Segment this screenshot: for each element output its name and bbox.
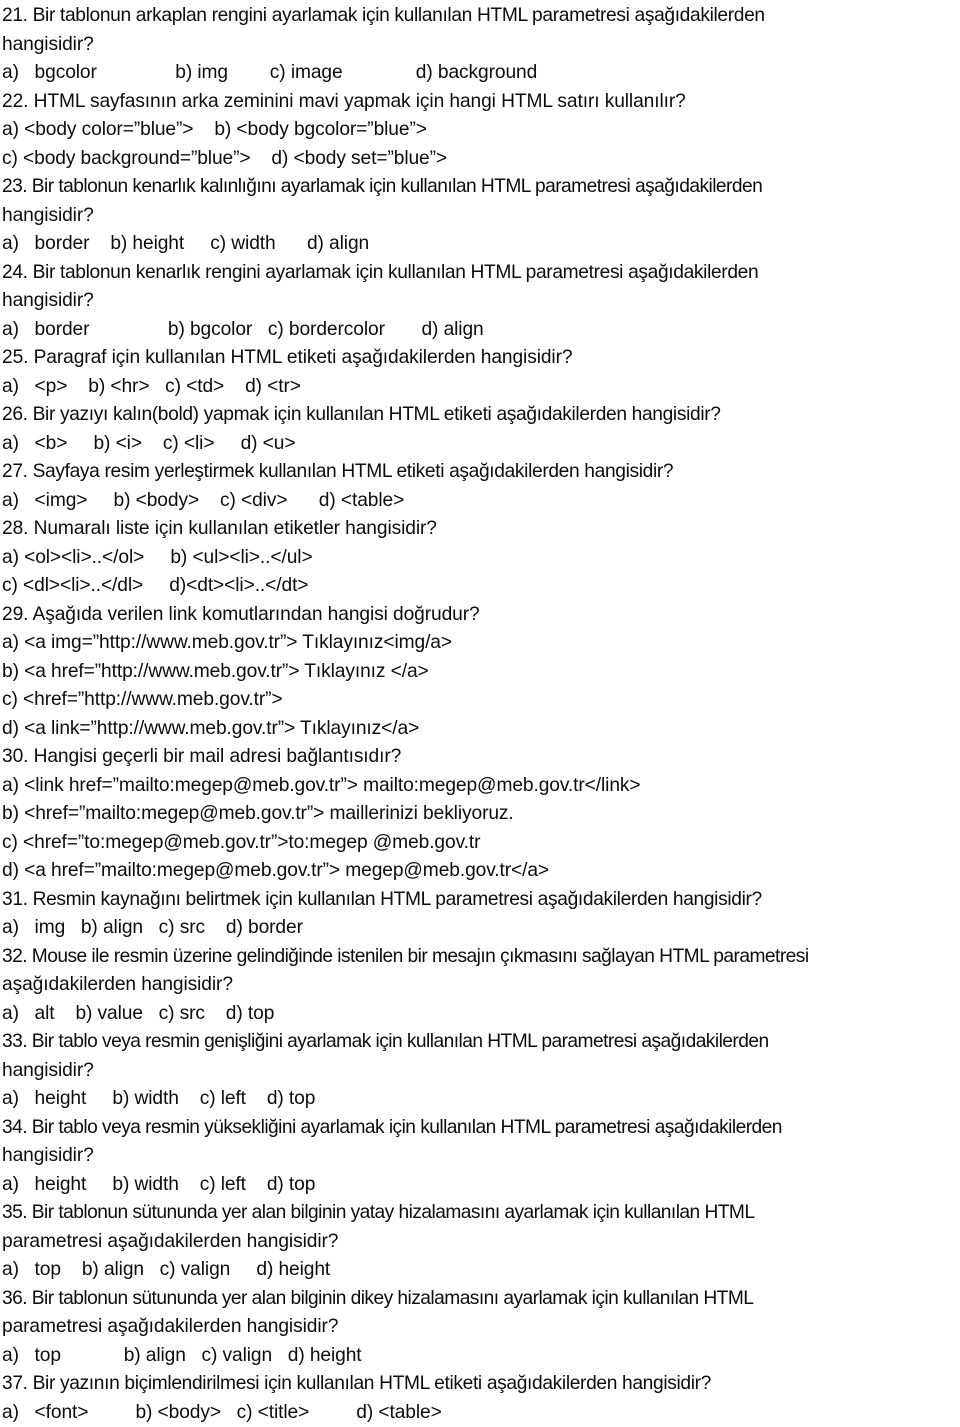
question-line: 21. Bir tablonun arkaplan rengini ayarla…	[2, 2, 960, 31]
question-line: 31. Resmin kaynağını belirtmek için kull…	[2, 886, 960, 915]
option-line: hangisidir?	[2, 31, 960, 60]
option-line: parametresi aşağıdakilerden hangisidir?	[2, 1228, 960, 1257]
option-line: a) <link href=”mailto:megep@meb.gov.tr”>…	[2, 772, 960, 801]
option-line: a) <font> b) <body> c) <title> d) <table…	[2, 1399, 960, 1427]
option-line: a) <a img=”http://www.meb.gov.tr”> Tıkla…	[2, 629, 960, 658]
option-line: b) <href=”mailto:megep@meb.gov.tr”> mail…	[2, 800, 960, 829]
question-line: 36. Bir tablonun sütununda yer alan bilg…	[2, 1285, 960, 1314]
option-line: a) alt b) value c) src d) top	[2, 1000, 960, 1029]
option-line: a) top b) align c) valign d) height	[2, 1342, 960, 1371]
option-line: c) <href=”http://www.meb.gov.tr”>	[2, 686, 960, 715]
question-line: 22. HTML sayfasının arka zeminini mavi y…	[2, 88, 960, 117]
question-line: 27. Sayfaya resim yerleştirmek kullanıla…	[2, 458, 960, 487]
question-line: 25. Paragraf için kullanılan HTML etiket…	[2, 344, 960, 373]
option-line: a) <img> b) <body> c) <div> d) <table>	[2, 487, 960, 516]
option-line: a) height b) width c) left d) top	[2, 1085, 960, 1114]
question-line: 29. Aşağıda verilen link komutlarından h…	[2, 601, 960, 630]
question-line: 32. Mouse ile resmin üzerine gelindiğind…	[2, 943, 960, 972]
option-line: a) border b) bgcolor c) bordercolor d) a…	[2, 316, 960, 345]
option-line: hangisidir?	[2, 1142, 960, 1171]
question-line: 34. Bir tablo veya resmin yüksekliğini a…	[2, 1114, 960, 1143]
question-line: 26. Bir yazıyı kalın(bold) yapmak için k…	[2, 401, 960, 430]
option-line: b) <a href=”http://www.meb.gov.tr”> Tıkl…	[2, 658, 960, 687]
question-line: 35. Bir tablonun sütununda yer alan bilg…	[2, 1199, 960, 1228]
question-line: 24. Bir tablonun kenarlık rengini ayarla…	[2, 259, 960, 288]
option-line: a) <body color=”blue”> b) <body bgcolor=…	[2, 116, 960, 145]
option-line: a) border b) height c) width d) align	[2, 230, 960, 259]
option-line: a) top b) align c) valign d) height	[2, 1256, 960, 1285]
option-line: hangisidir?	[2, 1057, 960, 1086]
option-line: a) <p> b) <hr> c) <td> d) <tr>	[2, 373, 960, 402]
option-line: c) <dl><li>..</dl> d)<dt><li>..</dt>	[2, 572, 960, 601]
option-line: parametresi aşağıdakilerden hangisidir?	[2, 1313, 960, 1342]
option-line: a) <ol><li>..</ol> b) <ul><li>..</ul>	[2, 544, 960, 573]
question-line: 23. Bir tablonun kenarlık kalınlığını ay…	[2, 173, 960, 202]
quiz-document: 21. Bir tablonun arkaplan rengini ayarla…	[0, 0, 960, 1427]
option-line: a) img b) align c) src d) border	[2, 914, 960, 943]
question-line: 28. Numaralı liste için kullanılan etike…	[2, 515, 960, 544]
option-line: a) bgcolor b) img c) image d) background	[2, 59, 960, 88]
option-line: a) <b> b) <i> c) <li> d) <u>	[2, 430, 960, 459]
option-line: c) <body background=”blue”> d) <body set…	[2, 145, 960, 174]
question-line: 37. Bir yazının biçimlendirilmesi için k…	[2, 1370, 960, 1399]
option-line: d) <a link=”http://www.meb.gov.tr”> Tıkl…	[2, 715, 960, 744]
question-line: 33. Bir tablo veya resmin genişliğini ay…	[2, 1028, 960, 1057]
option-line: c) <href=”to:megep@meb.gov.tr”>to:megep …	[2, 829, 960, 858]
option-line: aşağıdakilerden hangisidir?	[2, 971, 960, 1000]
option-line: a) height b) width c) left d) top	[2, 1171, 960, 1200]
option-line: d) <a href=”mailto:megep@meb.gov.tr”> me…	[2, 857, 960, 886]
question-line: 30. Hangisi geçerli bir mail adresi bağl…	[2, 743, 960, 772]
option-line: hangisidir?	[2, 287, 960, 316]
option-line: hangisidir?	[2, 202, 960, 231]
